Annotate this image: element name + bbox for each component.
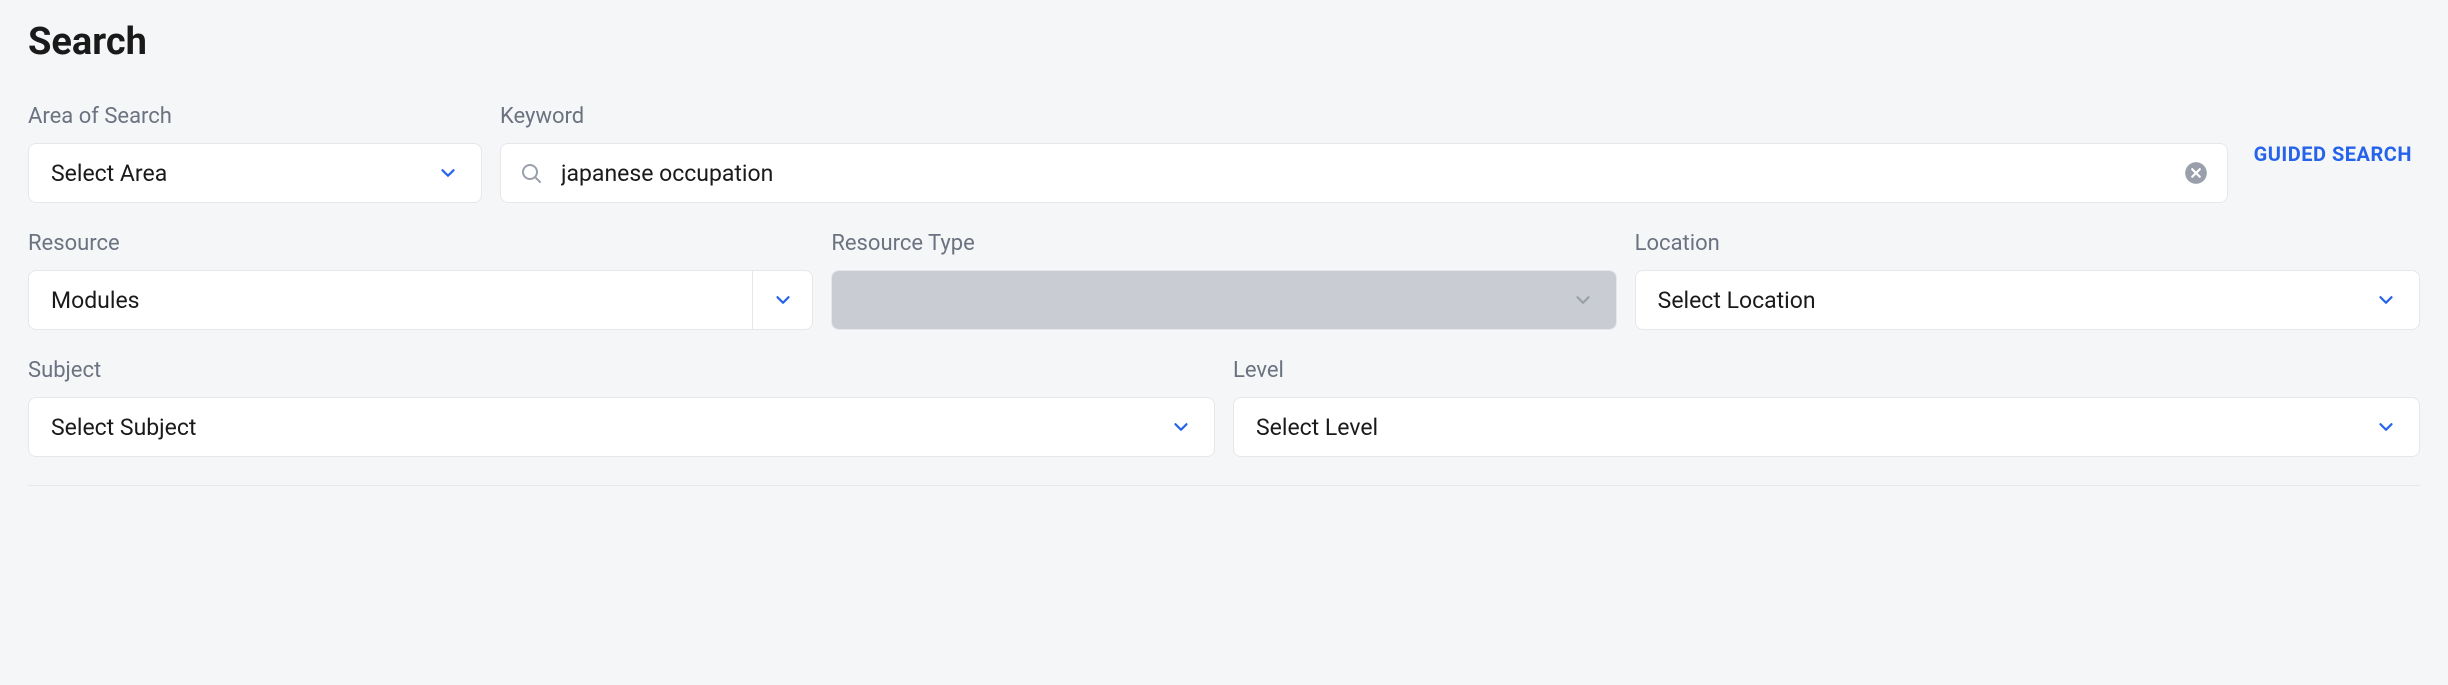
subject-select-value: Select Subject [51,414,196,441]
location-select-value: Select Location [1658,287,1816,314]
area-select-value: Select Area [51,160,167,187]
resource-type-field: Resource Type [831,231,1616,330]
clear-icon[interactable] [2183,160,2209,186]
subject-field: Subject Select Subject [28,358,1215,457]
chevron-down-icon [2375,416,2397,438]
resource-field: Resource Modules [28,231,813,330]
area-field: Area of Search Select Area [28,104,482,203]
resource-select-value: Modules [29,271,752,329]
resource-select[interactable]: Modules [28,270,813,330]
level-select[interactable]: Select Level [1233,397,2420,457]
search-row-1: Area of Search Select Area Keyword GUIDE… [28,104,2420,203]
chevron-down-icon [2375,289,2397,311]
keyword-field: Keyword [500,104,2228,203]
resource-type-label: Resource Type [831,231,1616,256]
area-label: Area of Search [28,104,482,129]
level-select-value: Select Level [1256,414,1378,441]
search-row-2: Resource Modules Resource Type Location … [28,231,2420,330]
level-label: Level [1233,358,2420,383]
keyword-input-wrap [500,143,2228,203]
keyword-input[interactable] [561,160,2165,187]
location-label: Location [1635,231,2420,256]
search-icon [519,161,543,185]
level-field: Level Select Level [1233,358,2420,457]
page-title: Search [28,20,2420,64]
resource-type-select [831,270,1616,330]
keyword-label: Keyword [500,104,2228,129]
divider [28,485,2420,486]
chevron-down-icon [1170,416,1192,438]
guided-search-link[interactable]: GUIDED SEARCH [2246,124,2420,184]
search-row-3: Subject Select Subject Level Select Leve… [28,358,2420,457]
location-select[interactable]: Select Location [1635,270,2420,330]
chevron-down-icon [1572,289,1594,311]
chevron-down-icon [772,289,794,311]
chevron-down-icon [437,162,459,184]
resource-select-arrow[interactable] [752,271,812,329]
subject-select[interactable]: Select Subject [28,397,1215,457]
resource-label: Resource [28,231,813,256]
subject-label: Subject [28,358,1215,383]
location-field: Location Select Location [1635,231,2420,330]
area-select[interactable]: Select Area [28,143,482,203]
